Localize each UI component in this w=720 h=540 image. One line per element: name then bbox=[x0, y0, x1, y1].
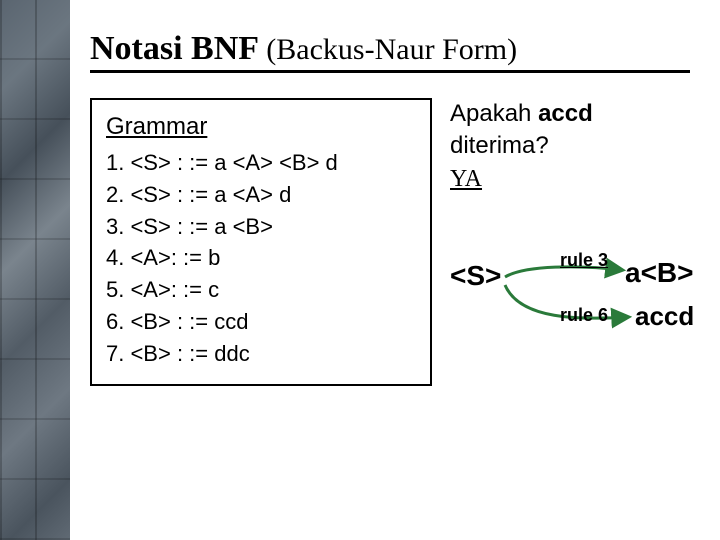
derivation-diagram: <S> rule 3 a<B> rule 6 accd bbox=[450, 225, 690, 385]
question-answer: YA bbox=[450, 166, 482, 192]
slide-title: Notasi BNF (Backus-Naur Form) bbox=[90, 30, 690, 73]
title-sub: (Backus-Naur Form) bbox=[266, 33, 517, 66]
grammar-rule: 7. <B> : := ddc bbox=[106, 338, 416, 370]
decorative-stone-sidebar bbox=[0, 0, 70, 540]
derivation-result-2: accd bbox=[635, 301, 694, 332]
grammar-rule: 6. <B> : := ccd bbox=[106, 306, 416, 338]
grammar-rule: 3. <S> : := a <B> bbox=[106, 211, 416, 243]
derivation-rule-1: rule 3 bbox=[560, 250, 608, 271]
question-suffix: diterima? bbox=[450, 132, 549, 159]
grammar-rule: 4. <A>: := b bbox=[106, 242, 416, 274]
derivation-panel: Apakah accd diterima? YA <S> rule 3 a<B>… bbox=[450, 98, 690, 386]
question-target: accd bbox=[538, 100, 593, 127]
grammar-rule: 5. <A>: := c bbox=[106, 274, 416, 306]
question-block: Apakah accd diterima? YA bbox=[450, 98, 690, 195]
grammar-heading: Grammar bbox=[106, 110, 416, 145]
slide-content: Notasi BNF (Backus-Naur Form) Grammar 1.… bbox=[70, 0, 720, 540]
grammar-rule: 1. <S> : := a <A> <B> d bbox=[106, 147, 416, 179]
derivation-result-1: a<B> bbox=[625, 257, 694, 289]
question-prefix: Apakah bbox=[450, 100, 538, 127]
grammar-box: Grammar 1. <S> : := a <A> <B> d 2. <S> :… bbox=[90, 98, 432, 386]
title-main: Notasi BNF bbox=[90, 30, 258, 67]
grammar-rule: 2. <S> : := a <A> d bbox=[106, 179, 416, 211]
derivation-start: <S> bbox=[450, 260, 501, 292]
derivation-rule-2: rule 6 bbox=[560, 305, 608, 326]
